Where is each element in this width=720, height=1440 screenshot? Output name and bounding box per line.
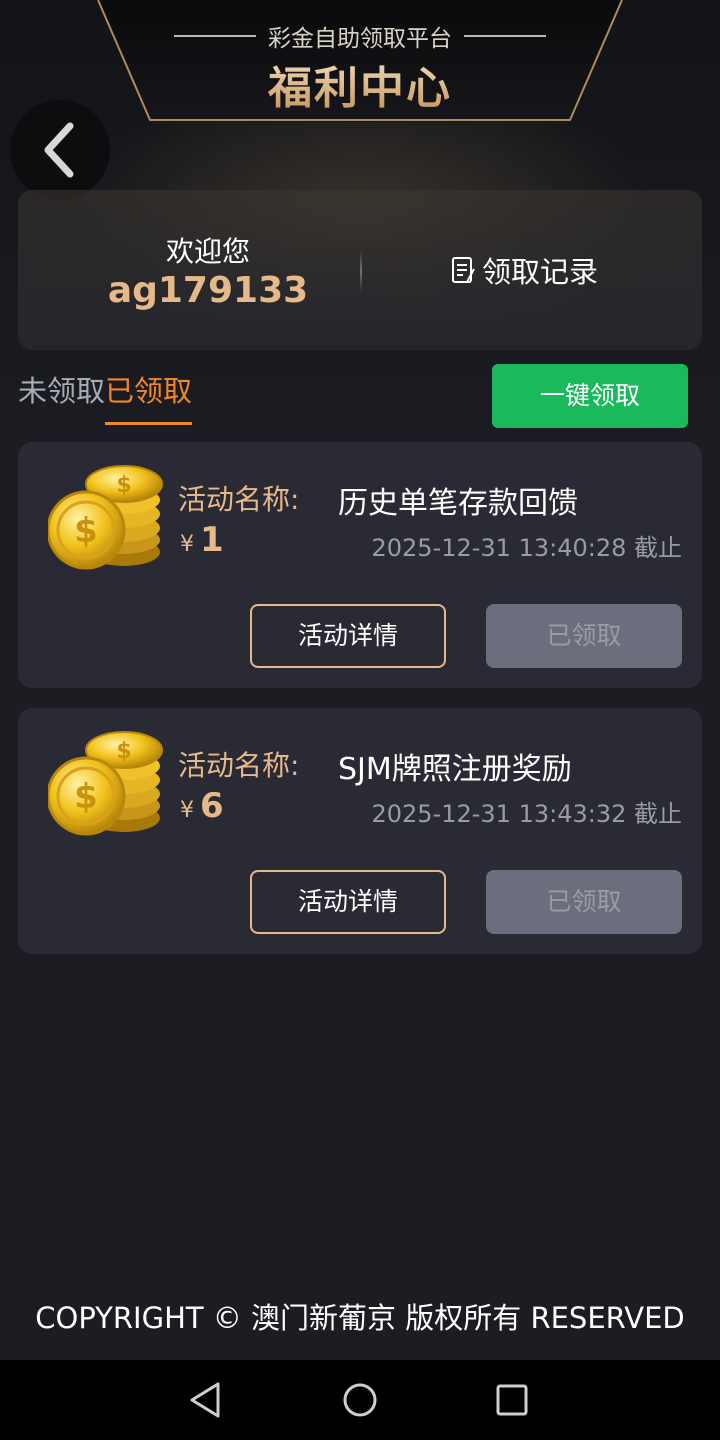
nav-back-icon[interactable] — [184, 1378, 228, 1422]
deadline-text: 2025-12-31 13:43:32 截止 — [371, 800, 682, 828]
username: ag179133 — [107, 270, 309, 311]
header-subtitle: 彩金自助领取平台 — [268, 26, 452, 52]
svg-text:$: $ — [116, 473, 131, 498]
svg-text:$: $ — [74, 511, 98, 551]
reward-amount: ¥ 6 — [180, 786, 224, 826]
subtitle-line-left — [174, 35, 256, 37]
gold-coins-icon: $ $ — [48, 731, 163, 836]
system-nav-bar — [0, 1360, 720, 1440]
activity-name: SJM牌照注册奖励 — [338, 752, 572, 787]
reward-amount: ¥ 1 — [180, 520, 224, 560]
user-info-card: 欢迎您 ag179133 领取记录 — [18, 190, 702, 350]
nav-home-icon[interactable] — [338, 1378, 382, 1422]
copyright-text: COPYRIGHT © 澳门新葡京 版权所有 RESERVED — [35, 1301, 685, 1335]
claim-tabs: 未领取 已领取 — [18, 368, 193, 428]
nav-recents-icon[interactable] — [490, 1378, 534, 1422]
one-click-claim-button[interactable]: 一键领取 — [492, 364, 688, 428]
header-subtitle-row: 彩金自助领取平台 — [160, 18, 560, 54]
back-button[interactable] — [10, 100, 110, 200]
deadline-text: 2025-12-31 13:40:28 截止 — [371, 534, 682, 562]
welcome-text: 欢迎您 — [165, 235, 250, 268]
page-title: 福利中心 — [160, 52, 560, 114]
activity-card: $ $ 活动名称: 历史单笔存款回馈 ¥ 1 2025-12-31 13:40:… — [18, 442, 702, 688]
claimed-status-button: 已领取 — [486, 604, 682, 668]
activity-card: $ $ 活动名称: SJM牌照注册奖励 ¥ 6 2025-12-31 13:43… — [18, 708, 702, 954]
claim-record-link[interactable]: 领取记录 — [450, 250, 598, 290]
activity-name-label: 活动名称: — [178, 483, 300, 516]
document-icon — [452, 257, 475, 283]
tab-unclaimed[interactable]: 未领取 — [18, 368, 105, 425]
gold-coins-icon: $ $ — [48, 465, 163, 570]
svg-text:$: $ — [74, 777, 98, 817]
back-arrow-icon — [44, 122, 74, 178]
subtitle-line-right — [464, 35, 546, 37]
amount-value: 1 — [200, 520, 224, 560]
card-divider — [360, 250, 362, 292]
activity-detail-button[interactable]: 活动详情 — [250, 870, 446, 934]
activity-name: 历史单笔存款回馈 — [338, 486, 578, 521]
currency-symbol: ¥ — [180, 532, 194, 557]
tab-claimed[interactable]: 已领取 — [105, 368, 193, 425]
activity-detail-button[interactable]: 活动详情 — [250, 604, 446, 668]
svg-text:$: $ — [116, 739, 131, 764]
amount-value: 6 — [200, 786, 224, 826]
claim-record-label: 领取记录 — [482, 255, 599, 289]
currency-symbol: ¥ — [180, 798, 194, 823]
claimed-status-button: 已领取 — [486, 870, 682, 934]
activity-name-label: 活动名称: — [178, 749, 300, 782]
